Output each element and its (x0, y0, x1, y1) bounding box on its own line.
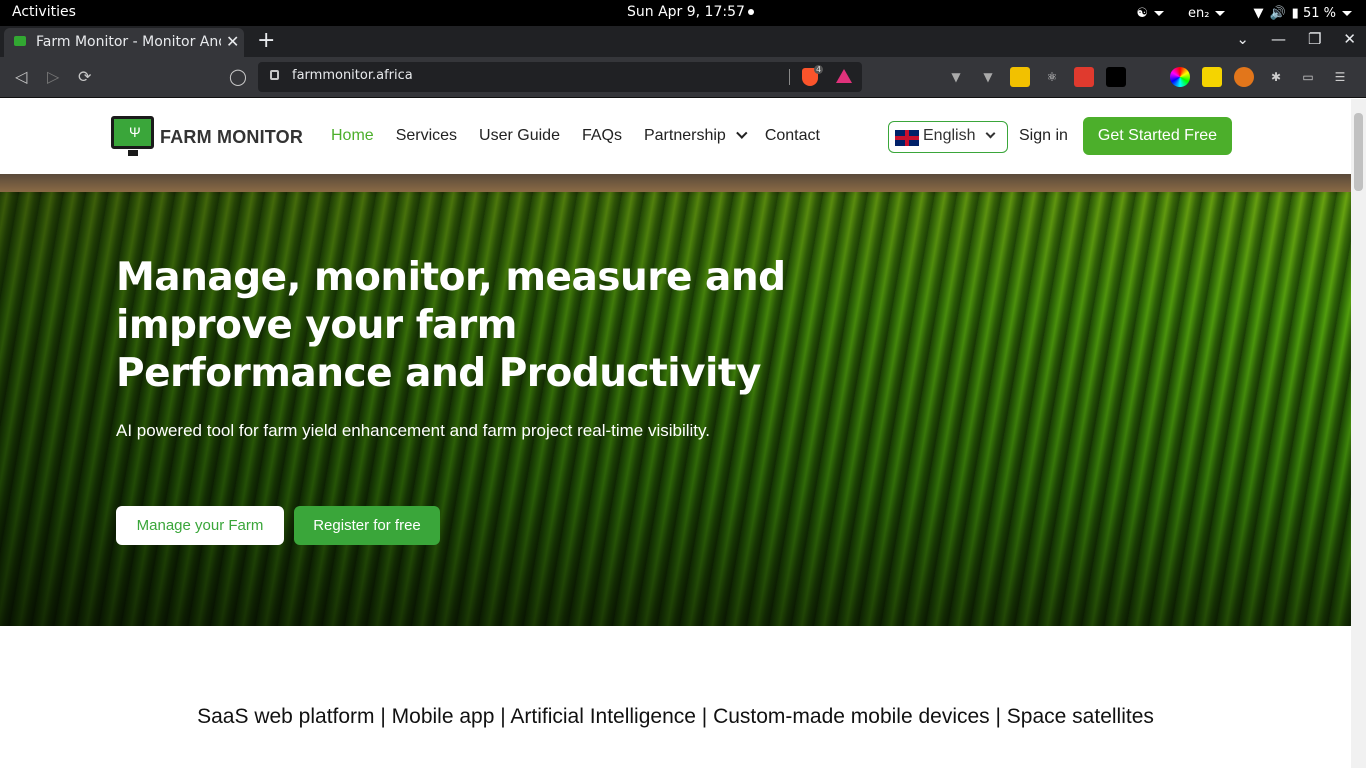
divider (789, 69, 790, 85)
nav-user-guide[interactable]: User Guide (479, 127, 560, 145)
page-scrollbar[interactable] (1351, 99, 1366, 768)
nav-services[interactable]: Services (396, 127, 457, 145)
minimize-icon[interactable]: — (1271, 30, 1286, 48)
system-tray: ☯ en₂ ▼ 🔊 ▮ 51 % (1136, 0, 1366, 26)
wifi-icon[interactable]: ▼ (1253, 6, 1263, 21)
hero-headline: Manage, monitor, measure and improve you… (116, 255, 786, 396)
maximize-icon[interactable]: ❐ (1308, 30, 1321, 48)
activities-button[interactable]: Activities (12, 4, 76, 20)
battery-icon: ▮ (1291, 5, 1299, 21)
sign-in-link[interactable]: Sign in (1019, 127, 1068, 145)
chevron-down-icon (1154, 10, 1165, 16)
tab-title: Farm Monitor - Monitor And (36, 34, 221, 50)
extension-yellow-icon[interactable] (1010, 67, 1030, 87)
vuejs-extension-icon[interactable]: ▼ (978, 67, 998, 87)
nav-home[interactable]: Home (331, 127, 374, 145)
wallet-icon[interactable]: ▭ (1298, 67, 1318, 87)
language-select[interactable]: English (888, 121, 1008, 153)
angular-devtools-icon[interactable] (1106, 67, 1126, 87)
clock[interactable]: Sun Apr 9, 17:57 (627, 4, 754, 20)
keyboard-layout-menu[interactable]: en₂ (1188, 5, 1226, 21)
notification-dot-icon (747, 9, 754, 15)
main-nav: Home Services User Guide FAQs Partnershi… (331, 127, 820, 145)
hero-subtitle: AI powered tool for farm yield enhanceme… (116, 421, 710, 440)
battery-percent: 51 % (1302, 5, 1336, 21)
favicon-icon (14, 36, 26, 46)
site-header: Ψ FARM MONITOR Home Services User Guide … (0, 99, 1351, 174)
metamask-icon[interactable] (1234, 67, 1254, 87)
react-devtools-icon[interactable]: ⚛ (1042, 67, 1062, 87)
reload-icon[interactable]: ⟳ (78, 67, 91, 86)
nav-contact[interactable]: Contact (765, 127, 820, 145)
manage-farm-button[interactable]: Manage your Farm (116, 506, 284, 545)
hero-horizon (0, 174, 1351, 192)
json-viewer-icon[interactable] (1138, 67, 1158, 87)
back-icon[interactable]: ◁ (15, 67, 27, 86)
new-tab-button[interactable]: + (257, 28, 275, 53)
browser-toolbar: ◁ ▷ ⟳ ◯ farmmonitor.africa 4 ▼ ▼ ⚛ ✱ ▭ ☰ (0, 57, 1366, 98)
accessibility-menu[interactable]: ☯ (1136, 5, 1165, 21)
logo-text[interactable]: FARM MONITOR (160, 127, 303, 148)
tab-search-icon[interactable]: ⌄ (1236, 30, 1249, 48)
nav-partnership[interactable]: Partnership (644, 127, 743, 145)
battery-indicator[interactable]: ▮ 51 % (1292, 6, 1352, 21)
chevron-down-icon (1215, 10, 1226, 16)
chevron-down-icon (985, 128, 996, 139)
keyboard-layout-label: en₂ (1188, 5, 1210, 21)
extensions-puzzle-icon[interactable]: ✱ (1266, 67, 1286, 87)
uk-flag-icon (895, 130, 919, 146)
nav-faqs[interactable]: FAQs (582, 127, 622, 145)
color-picker-icon[interactable] (1170, 67, 1190, 87)
farm-monitor-logo-icon[interactable]: Ψ (111, 116, 154, 156)
vue-devtools-icon[interactable]: ▼ (946, 67, 966, 87)
scrollbar-thumb[interactable] (1354, 113, 1363, 191)
svelte-icon[interactable] (1074, 67, 1094, 87)
shields-count-badge: 4 (814, 65, 824, 74)
address-bar[interactable]: farmmonitor.africa 4 (258, 62, 862, 92)
web-page: Ψ FARM MONITOR Home Services User Guide … (0, 99, 1351, 768)
clock-text: Sun Apr 9, 17:57 (627, 4, 745, 20)
browser-tab-strip: Farm Monitor - Monitor And ✕ + ⌄ — ❐ ✕ (0, 26, 1366, 57)
lock-icon (270, 70, 279, 80)
forward-icon[interactable]: ▷ (47, 67, 59, 86)
browser-tab[interactable]: Farm Monitor - Monitor And ✕ (4, 28, 244, 57)
language-label: English (923, 127, 976, 144)
brave-rewards-icon[interactable] (836, 69, 852, 83)
menu-icon[interactable]: ☰ (1330, 67, 1350, 87)
get-started-button[interactable]: Get Started Free (1083, 117, 1232, 155)
extensions-row: ▼ ▼ ⚛ ✱ ▭ ☰ (946, 67, 1350, 87)
close-tab-icon[interactable]: ✕ (226, 32, 239, 51)
chevron-down-icon (1342, 10, 1352, 16)
hero-section: Manage, monitor, measure and improve you… (0, 174, 1351, 626)
accessibility-icon: ☯ (1136, 5, 1149, 21)
system-top-bar: Activities Sun Apr 9, 17:57 ☯ en₂ ▼ 🔊 ▮ … (0, 0, 1366, 26)
register-button[interactable]: Register for free (294, 506, 440, 545)
product-tagline: SaaS web platform | Mobile app | Artific… (197, 705, 1154, 728)
window-controls: ⌄ — ❐ ✕ (1236, 30, 1356, 48)
wheat-icon: Ψ (129, 124, 141, 140)
url-text: farmmonitor.africa (292, 68, 413, 83)
extension-t-icon[interactable] (1202, 67, 1222, 87)
bookmark-icon[interactable]: ◯ (229, 67, 247, 86)
volume-icon[interactable]: 🔊 (1269, 6, 1285, 21)
close-window-icon[interactable]: ✕ (1343, 30, 1356, 48)
